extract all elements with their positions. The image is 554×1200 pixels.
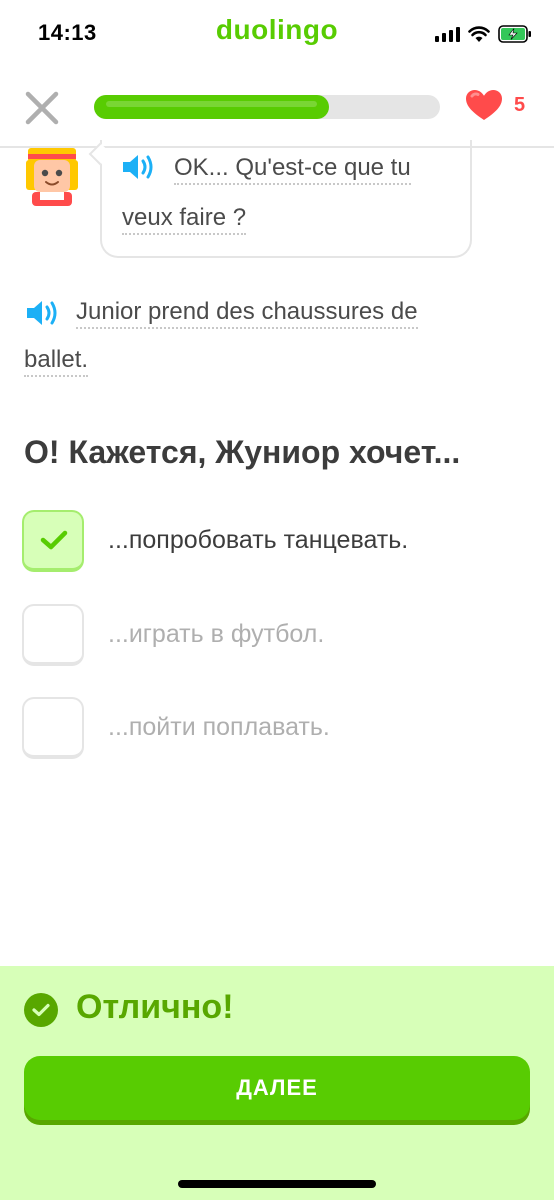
hearts-count: 5 [514,93,526,116]
answer-option-label: ...пойти поплавать. [108,713,330,741]
lesson-progress-bar [94,95,440,119]
success-check-icon [24,993,58,1027]
answer-option-1[interactable]: ...попробовать танцевать. [22,510,522,576]
wifi-icon [468,26,490,42]
answer-checkbox[interactable] [22,604,84,666]
continue-button[interactable]: ДАЛЕЕ [24,1056,530,1120]
answer-option-label: ...попробовать танцевать. [108,526,409,554]
feedback-title: Отлично! [76,988,234,1026]
bubble-line-1[interactable]: OK... Qu'est-ce que tu [174,154,411,185]
hearts-counter[interactable]: 5 [464,88,525,122]
answer-option-label: ...играть в футбол. [108,620,325,648]
narration-line-1[interactable]: Junior prend des chaussures de [76,298,418,329]
answer-checkbox-checked[interactable] [22,510,84,572]
character-avatar [26,148,78,206]
question-prompt: О! Кажется, Жуниор хочет... [24,434,461,470]
status-icons [435,22,532,46]
check-icon [40,530,68,550]
home-indicator[interactable] [178,1180,376,1188]
narration-text-line-1[interactable]: Junior prend des chaussures de [76,298,418,329]
heart-icon [466,90,502,120]
cellular-signal-icon [435,26,460,42]
progress-fill [94,95,329,119]
close-icon[interactable] [22,88,62,128]
lesson-header: 5 [0,70,554,148]
bubble-text-line-2[interactable]: veux faire ? [122,204,247,235]
answer-checkbox[interactable] [22,697,84,759]
speaker-icon[interactable] [24,298,60,328]
status-bar: 14:13 duolingo [0,0,554,70]
bubble-text-line-1[interactable]: OK... Qu'est-ce que tu [174,154,411,185]
narration-line-2[interactable]: ballet. [24,346,89,377]
battery-charging-icon [498,25,531,43]
bubble-line-2[interactable]: veux faire ? [122,204,247,235]
feedback-panel: Отлично! ДАЛЕЕ [0,966,554,1200]
answer-option-2[interactable]: ...играть в футбол. [22,604,522,670]
answer-option-3[interactable]: ...пойти поплавать. [22,697,522,763]
progress-shine [106,101,317,107]
speaker-icon[interactable] [120,152,156,182]
narration-text-line-2[interactable]: ballet. [24,346,89,377]
